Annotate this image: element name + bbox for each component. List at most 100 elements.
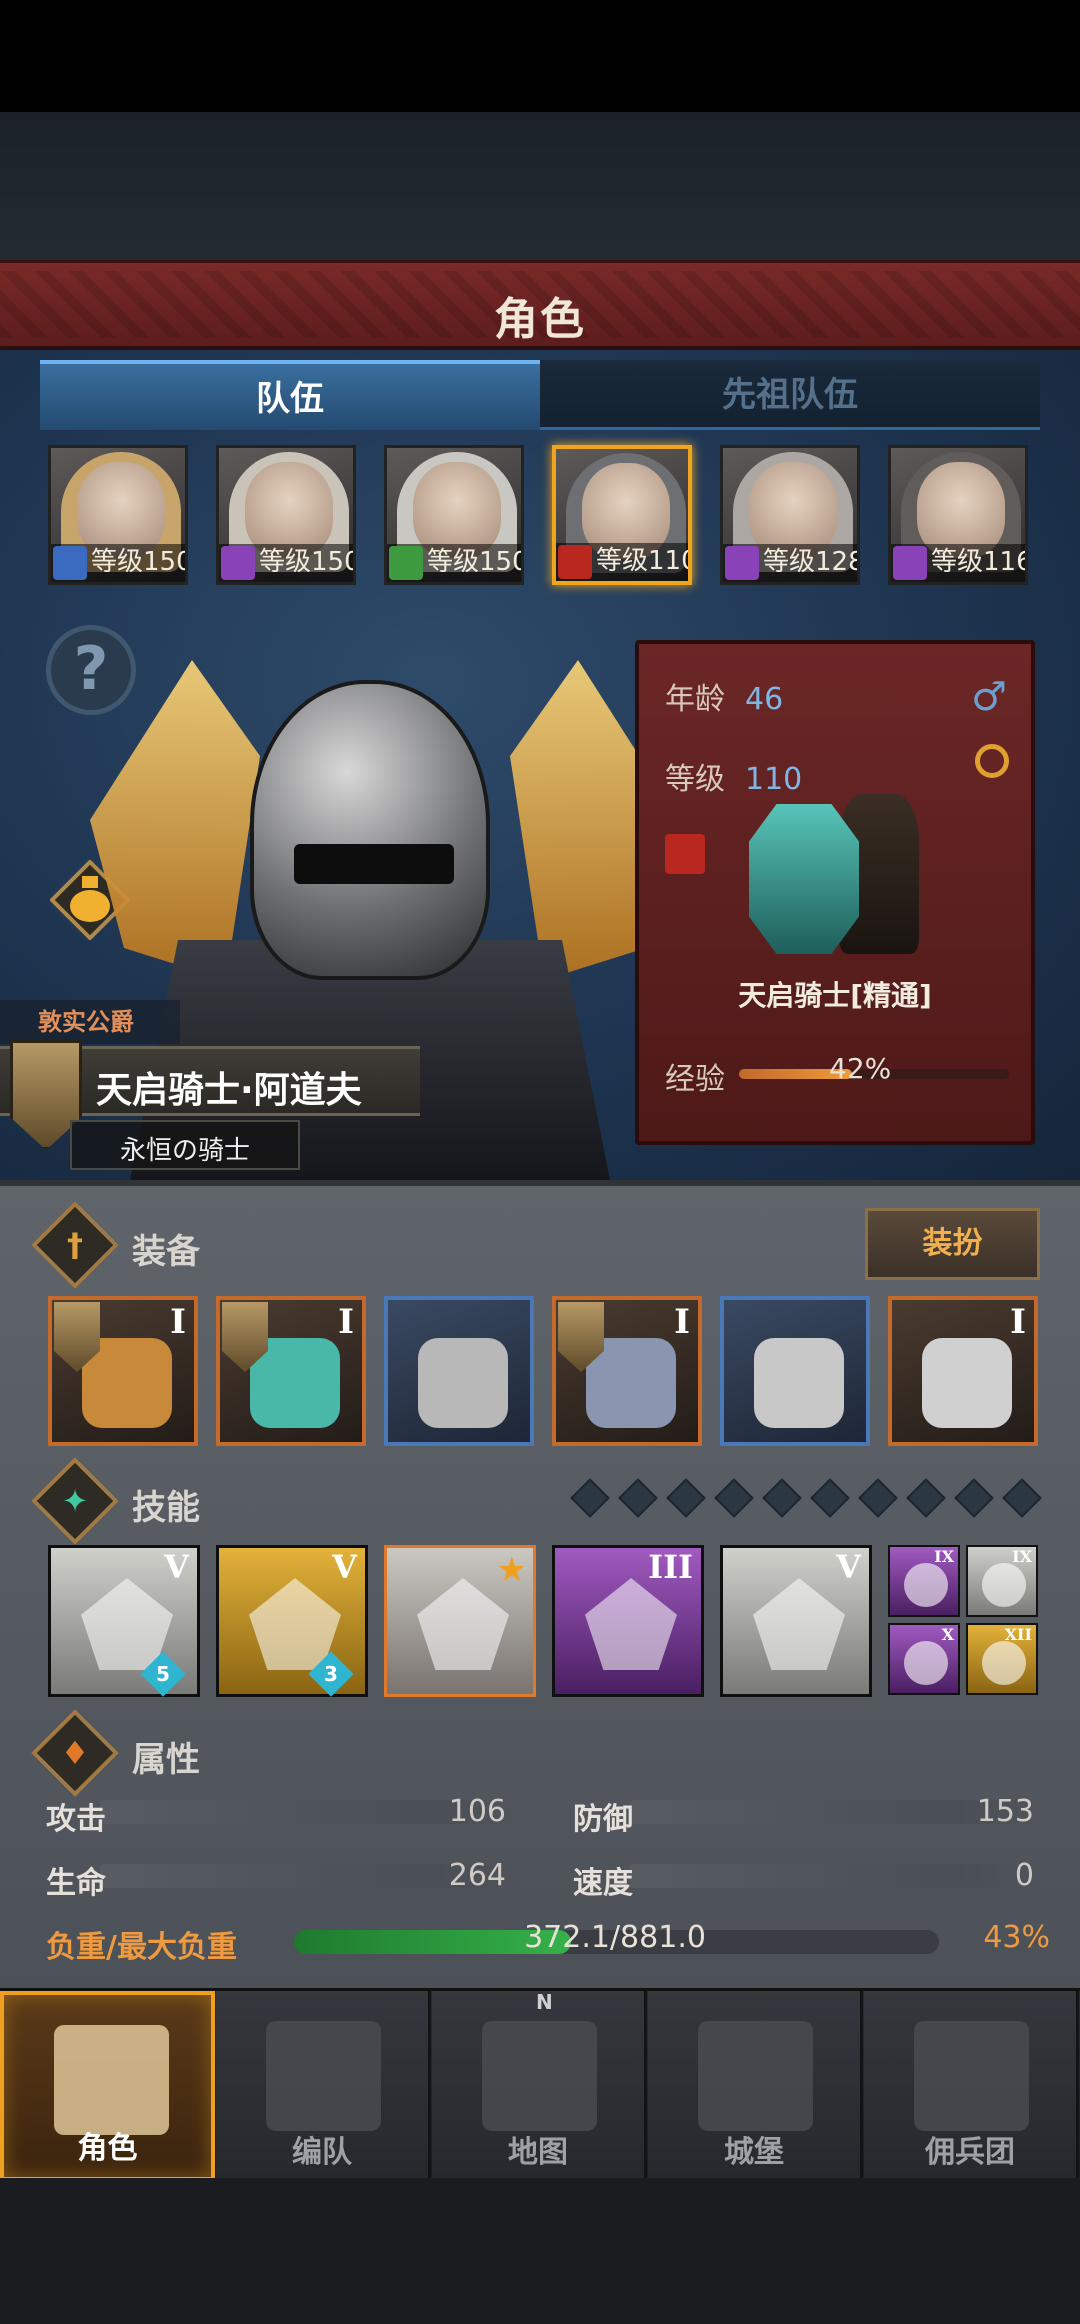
team-tabs: 队伍 先祖队伍 xyxy=(40,360,1040,430)
dress-up-label: 装扮 xyxy=(922,1226,983,1261)
mercenary-flag-icon xyxy=(914,2021,1029,2131)
life-value: 264 xyxy=(448,1858,506,1893)
ring-icon[interactable] xyxy=(975,744,1009,778)
castle-icon xyxy=(698,2021,813,2131)
bow-icon xyxy=(389,546,423,580)
left-wing-flame xyxy=(90,660,260,980)
roster-member[interactable]: 等级150 xyxy=(48,445,188,585)
star-icon: ★ xyxy=(496,1550,527,1590)
staff-icon xyxy=(725,546,759,580)
helmet-group-icon xyxy=(266,2021,381,2131)
skill-slot[interactable]: III xyxy=(552,1545,704,1697)
burst-icon xyxy=(982,1563,1026,1607)
skill-gem-badge: 5 xyxy=(140,1651,186,1697)
equipment-row: I I I I xyxy=(48,1296,1038,1448)
skills-row: V 5 V 3 ★ III V IX IX X XII xyxy=(48,1545,1038,1697)
nav-label: 城堡 xyxy=(724,2135,784,2170)
skill-slot-dot xyxy=(618,1478,658,1518)
class-illustration xyxy=(739,754,939,964)
crystal-arm-icon xyxy=(585,1578,677,1670)
skill-slot-dot xyxy=(666,1478,706,1518)
roster-level: 等级150 xyxy=(91,547,188,577)
passive-skill-rank: IX xyxy=(934,1547,954,1566)
equipment-slot-helmet[interactable] xyxy=(384,1296,534,1446)
roster-member[interactable]: 等级116 xyxy=(888,445,1028,585)
roster-member[interactable]: 等级150 xyxy=(216,445,356,585)
passive-skill-slot[interactable]: XII xyxy=(966,1623,1038,1695)
info-banner: 年龄 46 ♂ 等级 110 天启骑士[精通] 经验 42% xyxy=(635,640,1035,1145)
passive-skill-slot[interactable]: IX xyxy=(888,1545,960,1617)
skill-slot-dot xyxy=(570,1478,610,1518)
roster-member[interactable]: 等级128 xyxy=(720,445,860,585)
skill-slot-dot xyxy=(810,1478,850,1518)
equipment-slot-weapon[interactable]: I xyxy=(48,1296,198,1446)
passive-skill-slot[interactable]: IX xyxy=(966,1545,1038,1617)
skill-slot-dot xyxy=(1002,1478,1042,1518)
dress-up-button[interactable]: 装扮 xyxy=(865,1208,1040,1280)
skill-slot-dot xyxy=(858,1478,898,1518)
roster-level: 等级150 xyxy=(427,547,524,577)
skill-slot-dot xyxy=(714,1478,754,1518)
nav-knight[interactable]: 角色 xyxy=(0,1991,215,2181)
nav-mercenary-flag[interactable]: 佣兵团 xyxy=(864,1991,1079,2181)
compass-map-icon xyxy=(482,2021,597,2131)
skills-title: 技能 xyxy=(132,1488,200,1528)
passive-skill-rank: X xyxy=(941,1625,954,1644)
equipment-slot-boots[interactable] xyxy=(720,1296,870,1446)
bottom-navigation: 角色 编队 地图 城堡 佣兵团 xyxy=(0,1988,1080,2181)
noble-title: 敦实公爵 xyxy=(38,1008,134,1036)
skill-gem-badge: 3 xyxy=(308,1651,354,1697)
tab-ancestor-team[interactable]: 先祖队伍 xyxy=(540,360,1040,430)
skill-slot[interactable]: V 3 xyxy=(216,1545,368,1697)
skill-slot-dot xyxy=(762,1478,802,1518)
skill-rank: V xyxy=(836,1548,861,1586)
dagger-icon: † xyxy=(31,1201,119,1289)
equipment-slot-armor[interactable]: I xyxy=(552,1296,702,1446)
level-strip: 等级150 xyxy=(387,544,521,582)
exp-percent: 42% xyxy=(829,1052,892,1085)
equipment-slot-accessory[interactable]: I xyxy=(888,1296,1038,1446)
age-label: 年龄 xyxy=(665,682,725,717)
equipment-slot-shield[interactable]: I xyxy=(216,1296,366,1446)
helmet-icon xyxy=(418,1338,508,1428)
roster-level: 等级150 xyxy=(259,547,356,577)
skill-gem-count: 5 xyxy=(156,1662,170,1686)
age-row: 年龄 46 xyxy=(665,674,783,718)
roster: 等级150 等级150 等级150 等级110 等级128 等级116 xyxy=(48,445,1038,590)
compass-north-label: N xyxy=(536,1990,553,2014)
roster-member[interactable]: 等级150 xyxy=(384,445,524,585)
staff-icon xyxy=(893,546,927,580)
hero-helmet xyxy=(250,680,490,980)
system-nav-area xyxy=(0,2178,1080,2324)
skill-slot-dot xyxy=(906,1478,946,1518)
level-strip: 等级116 xyxy=(891,544,1025,582)
load-value: 372.1/881.0 xyxy=(524,1920,706,1955)
nav-helmet-group[interactable]: 编队 xyxy=(216,1991,431,2181)
level-strip: 等级128 xyxy=(723,544,857,582)
nav-compass-map[interactable]: 地图 xyxy=(432,1991,647,2181)
roster-level: 等级128 xyxy=(763,547,860,577)
roster-member[interactable]: 等级110 xyxy=(552,445,692,585)
staff-icon xyxy=(221,546,255,580)
nav-castle[interactable]: 城堡 xyxy=(648,1991,863,2181)
skill-slot-dot xyxy=(954,1478,994,1518)
skill-slot[interactable]: V xyxy=(720,1545,872,1697)
noble-title-chip[interactable]: 敦实公爵 xyxy=(0,1000,180,1044)
passive-skill-slot[interactable]: X xyxy=(888,1623,960,1695)
skill-rank: V xyxy=(164,1548,189,1586)
page-title: 角色 xyxy=(494,294,586,345)
life-label: 生命 xyxy=(46,1866,106,1901)
equipment-rank: I xyxy=(1010,1302,1026,1342)
attributes-title: 属性 xyxy=(132,1740,200,1780)
skill-rank: V xyxy=(332,1548,357,1586)
exp-label: 经验 xyxy=(665,1062,725,1097)
nav-label: 佣兵团 xyxy=(925,2135,1015,2170)
star-icon: ✦ xyxy=(31,1457,119,1545)
level-label: 等级 xyxy=(665,762,725,797)
skill-slot[interactable]: ★ xyxy=(384,1545,536,1697)
knight-icon xyxy=(54,2025,169,2135)
sword-icon xyxy=(53,546,87,580)
tab-team[interactable]: 队伍 xyxy=(40,360,540,430)
skill-slot[interactable]: V 5 xyxy=(48,1545,200,1697)
header-background xyxy=(0,112,1080,262)
